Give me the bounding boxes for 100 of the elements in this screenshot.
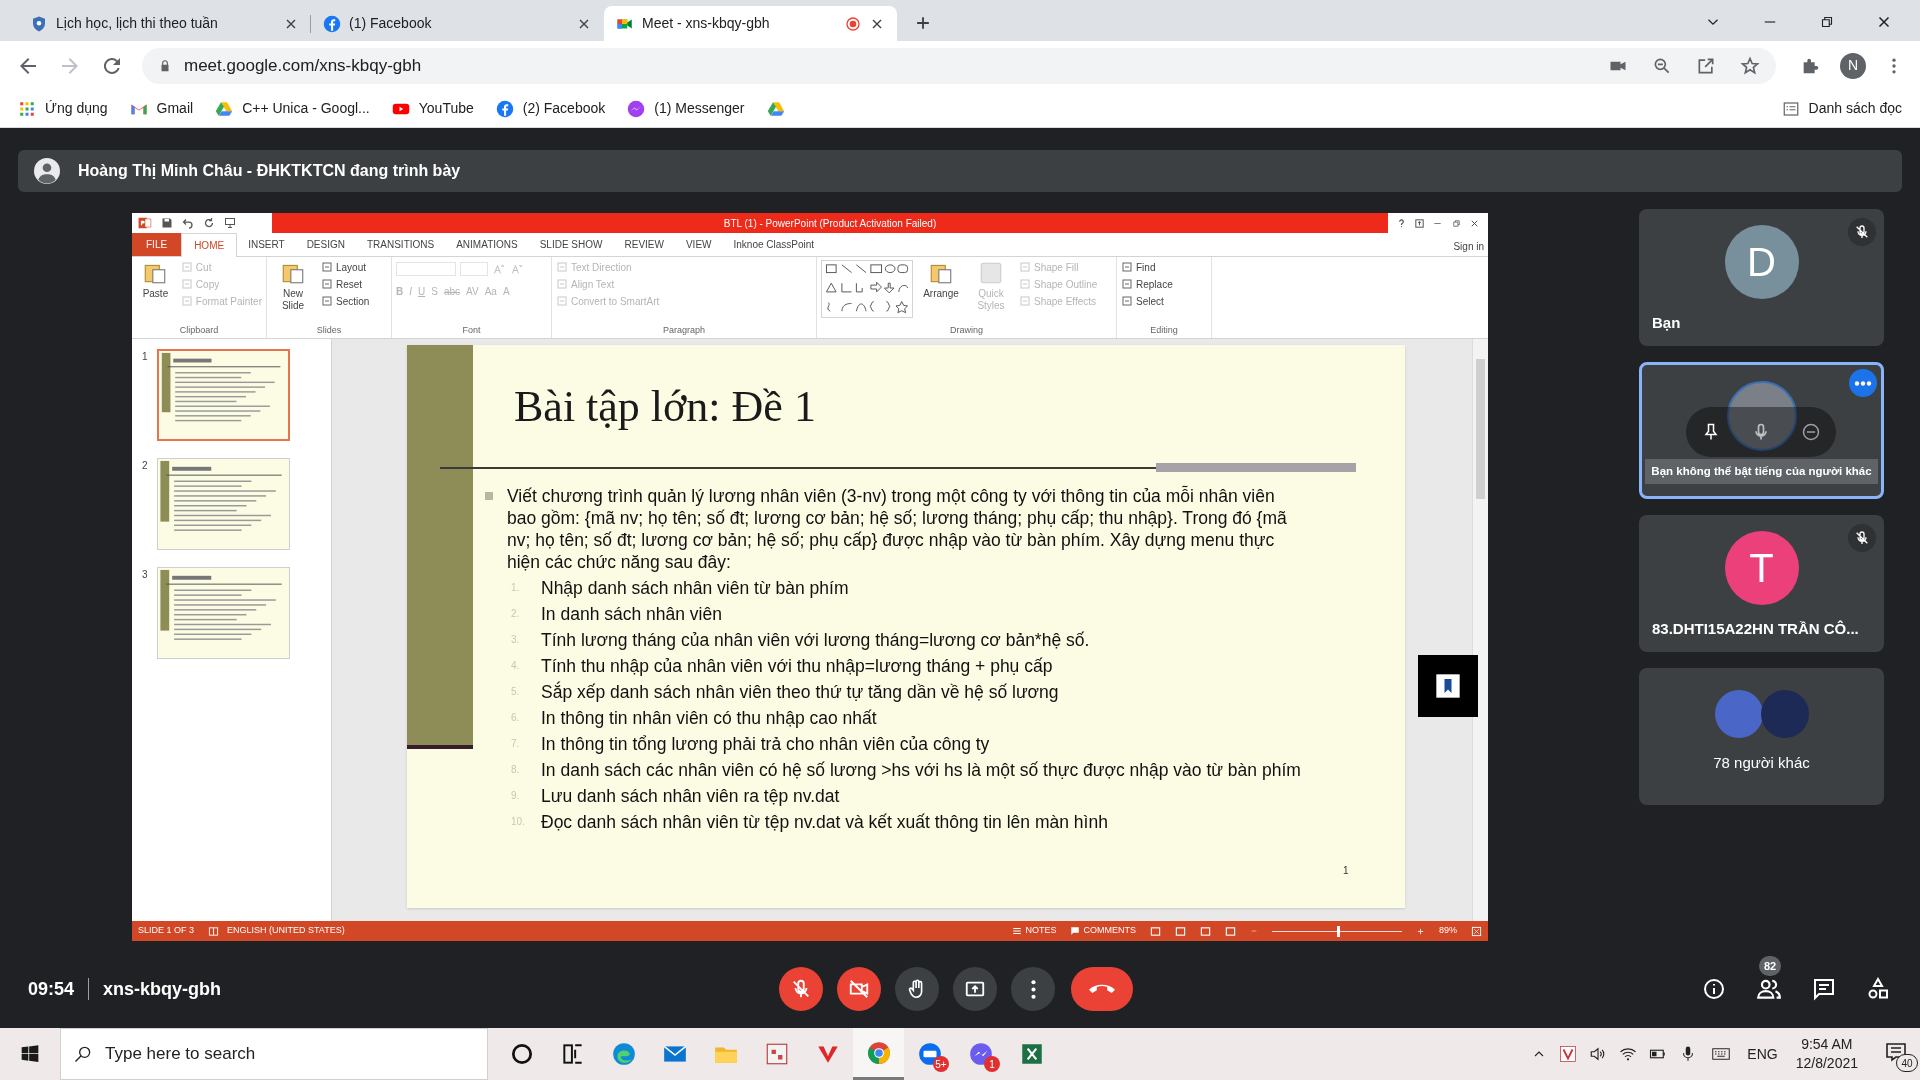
zoom-slider[interactable] (1272, 925, 1402, 937)
slide-thumbnail[interactable] (157, 349, 290, 441)
clock-time[interactable]: 9:54 AM (1801, 1035, 1853, 1054)
list-item-text: Lưu danh sách nhân viên ra tệp nv.dat (541, 785, 841, 807)
ribbon-button[interactable]: Replace (1121, 277, 1173, 291)
normal-view-icon[interactable] (1150, 925, 1161, 937)
ribbon-tab[interactable]: HOME (181, 233, 238, 257)
taskbar-app[interactable]: 5+ (904, 1028, 955, 1080)
microphone-off-button[interactable] (779, 967, 823, 1011)
v-logo-icon[interactable] (1559, 1045, 1578, 1063)
participant-tile[interactable]: Bạn không thể bật tiếng của người khác (1639, 362, 1884, 499)
notification-badge: 5+ (933, 1056, 949, 1072)
slide-sorter-icon[interactable] (1175, 925, 1186, 937)
bookmark-link[interactable]: Gmail (129, 98, 194, 119)
clock-date[interactable]: 12/8/2021 (1795, 1054, 1858, 1073)
ribbon-tab[interactable]: Inknoe ClassPoint (722, 233, 826, 256)
save-icon[interactable] (161, 217, 173, 229)
reading-view-icon[interactable] (1200, 925, 1211, 937)
list-item-text: In danh sách các nhân viên có hệ số lương >hs với hs là một số thực được nhập vào từ bàn phím (541, 759, 1302, 781)
wifi-icon[interactable] (1619, 1045, 1638, 1063)
ribbon-tab[interactable]: SLIDE SHOW (528, 233, 614, 256)
presenter-text: Hoàng Thị Minh Châu - ĐHKTKTCN đang trình bày (78, 161, 461, 181)
bookmark-link[interactable]: Ứng dụng (18, 98, 108, 119)
meeting-time: 09:54 (28, 977, 75, 1001)
ribbon-button[interactable]: Arrange (919, 260, 963, 300)
sign-in-link[interactable]: Sign in (1453, 233, 1488, 256)
camera-off-button[interactable] (837, 967, 881, 1011)
scrollbar[interactable] (1472, 339, 1488, 921)
ribbon-button[interactable]: Select (1121, 294, 1173, 308)
ribbon-tab[interactable]: FILE (132, 233, 182, 256)
chat-icon[interactable] (1812, 977, 1836, 1001)
undo-icon[interactable] (182, 217, 194, 229)
facebook-icon (495, 99, 514, 118)
raise-hand-button[interactable] (895, 967, 939, 1011)
ribbon-tab[interactable]: VIEW (674, 233, 723, 256)
remove-icon[interactable] (1801, 422, 1821, 442)
taskbar-app[interactable]: 1 (955, 1028, 1006, 1080)
leave-call-button[interactable] (1071, 967, 1133, 1011)
participant-tile[interactable]: T 83.DHTI15A22HN TRẦN CÔ... (1639, 515, 1884, 652)
star-icon[interactable] (1740, 55, 1760, 76)
info-icon[interactable] (1702, 977, 1726, 1001)
bookmark-link[interactable]: (1) Messenger (627, 98, 745, 119)
command-icon (1019, 278, 1031, 290)
ribbon-button[interactable]: Find (1121, 260, 1173, 274)
bookmark-icon (1434, 672, 1462, 700)
ribbon-tab[interactable]: INSERT (237, 233, 296, 256)
language-status[interactable]: ENGLISH (UNITED STATES) (227, 924, 345, 938)
address-bar[interactable]: meet.google.com/xns-kbqy-gbh (142, 47, 1776, 84)
ribbon-button[interactable]: Layout (321, 260, 370, 274)
participant-tile[interactable]: 78 người khác (1639, 668, 1884, 805)
ribbon-button[interactable]: Paste (136, 260, 175, 300)
proofing-icon[interactable] (208, 925, 220, 937)
bookmark-link[interactable]: (2) Facebook (495, 98, 606, 119)
floating-bookmark-button[interactable] (1418, 655, 1478, 717)
activities-icon[interactable] (1866, 977, 1890, 1001)
slide-number: 2 (142, 459, 148, 473)
font-name-field[interactable] (396, 262, 456, 276)
search-field[interactable]: Type here to search (105, 1041, 475, 1067)
reading-list-button[interactable]: Danh sách đọc (1781, 98, 1902, 119)
zoom-slider-thumb[interactable] (1337, 925, 1340, 937)
group-label: Drawing (949, 324, 984, 337)
browser-ball-icon (865, 1039, 892, 1066)
browser-tab[interactable]: (1) Facebook (311, 6, 604, 41)
zoom-percent[interactable]: 89% (1439, 924, 1457, 938)
fit-to-window-icon[interactable] (1471, 925, 1482, 937)
ribbon-tab[interactable]: DESIGN (295, 233, 356, 256)
notes-button[interactable]: NOTES (1012, 924, 1057, 938)
bookmark-link[interactable]: C++ Unica - Googl... (215, 98, 370, 119)
ribbon-button[interactable]: Reset (321, 277, 370, 291)
more-options-button[interactable] (1011, 967, 1055, 1011)
ribbon-display-icon[interactable] (1414, 217, 1426, 229)
redo-icon[interactable] (203, 217, 215, 229)
participant-tile[interactable]: D Bạn (1639, 209, 1884, 346)
group-label: Editing (1149, 324, 1179, 337)
font-size-field[interactable] (460, 262, 488, 276)
comments-button[interactable]: COMMENTS (1070, 924, 1136, 938)
bookmark-link[interactable]: YouTube (391, 98, 474, 119)
ribbon-button[interactable]: Section (321, 294, 370, 308)
present-button[interactable] (953, 967, 997, 1011)
window-title: BTL (1) - PowerPoint (Product Activation Failed) (723, 216, 937, 231)
slideshow-view-icon[interactable] (1225, 925, 1236, 937)
slide-counter: SLIDE 1 OF 3 (138, 924, 195, 938)
ribbon-tab[interactable]: TRANSITIONS (355, 233, 446, 256)
slide-thumbnail[interactable] (157, 458, 290, 550)
search-bar[interactable]: Type here to search (60, 1028, 488, 1080)
browser-tab[interactable]: Meet - xns-kbqy-gbh (604, 6, 897, 41)
ribbon-tab[interactable]: ANIMATIONS (445, 233, 529, 256)
slideshow-icon[interactable] (224, 217, 236, 229)
input-language[interactable]: ENG (1747, 1043, 1778, 1065)
zoom-in-icon[interactable] (1416, 926, 1425, 936)
ribbon-tab[interactable]: REVIEW (613, 233, 675, 256)
profile-avatar[interactable]: N (1840, 52, 1866, 79)
apps-grid-icon[interactable] (18, 99, 36, 118)
shapes-gallery[interactable] (821, 260, 913, 318)
browser-tab[interactable]: Lịch học, lịch thi theo tuần (18, 6, 311, 41)
more-options-button[interactable] (1849, 369, 1877, 397)
meeting-code: xns-kbqy-gbh (103, 977, 222, 1001)
slide-thumbnail[interactable] (157, 567, 290, 659)
participant-count-badge: 82 (1759, 956, 1781, 976)
ribbon-button[interactable]: New Slide (271, 260, 315, 312)
